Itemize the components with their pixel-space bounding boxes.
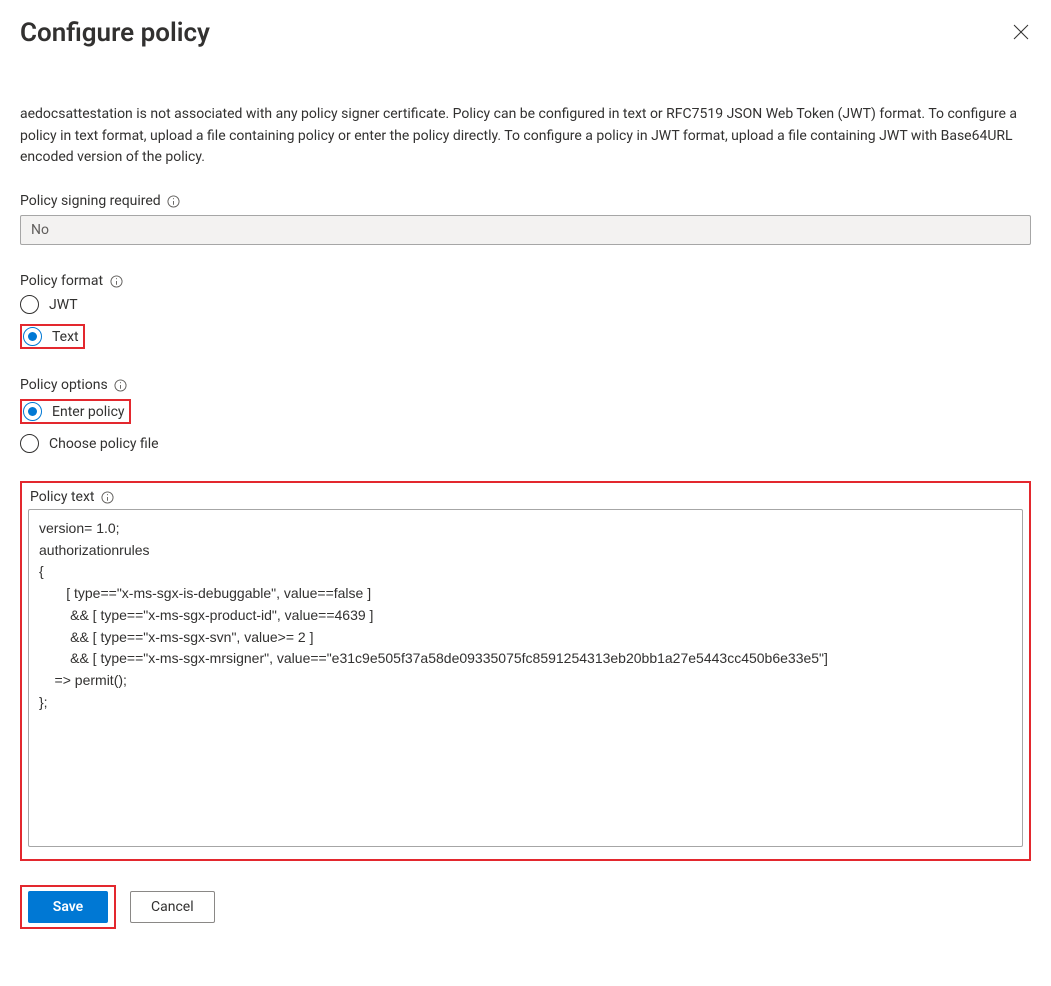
policy-text-label: Policy text [30, 489, 95, 505]
highlight-box: Text [20, 324, 85, 349]
radio-circle-icon [20, 295, 39, 314]
radio-circle-icon [23, 327, 42, 346]
radio-enter-policy-label: Enter policy [52, 404, 125, 420]
save-button[interactable]: Save [28, 891, 108, 923]
radio-circle-icon [20, 434, 39, 453]
policy-format-field: Policy format JWT Text [20, 273, 1031, 349]
cancel-button[interactable]: Cancel [130, 891, 215, 923]
highlight-box: Enter policy [20, 399, 131, 424]
policy-options-label: Policy options [20, 377, 108, 393]
policy-signing-label: Policy signing required [20, 193, 161, 209]
radio-jwt[interactable]: JWT [20, 295, 1031, 314]
description-text: aedocsattestation is not associated with… [20, 104, 1020, 169]
info-icon[interactable] [109, 274, 123, 288]
highlight-box: Save [20, 885, 116, 929]
close-icon [1013, 24, 1029, 40]
policy-signing-input [20, 215, 1031, 245]
radio-text-label: Text [52, 329, 79, 345]
info-icon[interactable] [101, 490, 115, 504]
policy-format-label: Policy format [20, 273, 103, 289]
info-icon[interactable] [114, 378, 128, 392]
policy-signing-field: Policy signing required [20, 193, 1031, 245]
radio-jwt-label: JWT [49, 297, 78, 313]
radio-choose-file[interactable]: Choose policy file [20, 434, 1031, 453]
radio-text[interactable]: Text [23, 327, 79, 346]
policy-text-input[interactable] [28, 509, 1023, 847]
radio-enter-policy[interactable]: Enter policy [23, 402, 125, 421]
info-icon[interactable] [167, 194, 181, 208]
close-button[interactable] [1011, 22, 1031, 42]
policy-options-field: Policy options Enter policy Choose polic… [20, 377, 1031, 453]
radio-circle-icon [23, 402, 42, 421]
radio-choose-file-label: Choose policy file [49, 436, 159, 452]
page-title: Configure policy [20, 18, 210, 48]
policy-text-section: Policy text [20, 481, 1031, 861]
